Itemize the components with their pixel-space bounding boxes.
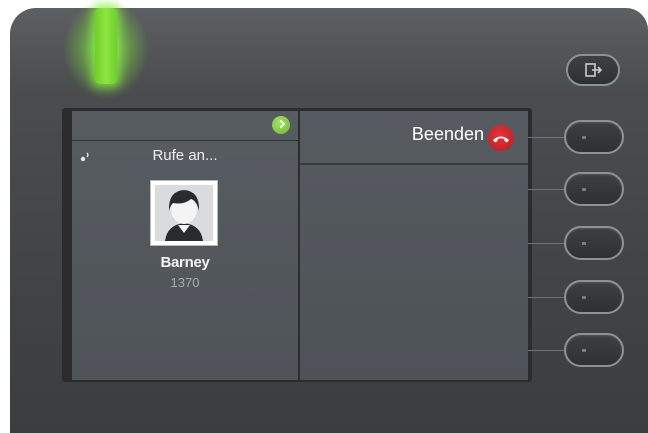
softkey-indicator [582,296,586,299]
hangup-handset-icon [493,136,509,143]
check-icon [272,116,290,134]
contact-avatar [150,180,218,246]
softkey-leader-1 [528,137,564,138]
softkey-indicator [582,349,586,352]
softkey-5[interactable] [564,333,624,367]
contact-name: Barney [160,254,210,271]
softkey-4[interactable] [564,280,624,314]
contact-number: 1370 [170,275,200,290]
hangup-icon[interactable] [488,125,514,151]
end-call-label[interactable]: Beenden [380,124,484,145]
menu-row-divider [300,163,528,165]
ringing-icon [80,152,89,162]
softkey-leader-4 [528,297,564,298]
softkey-indicator [582,242,586,245]
softkey-2[interactable] [564,172,624,206]
softkey-leader-2 [528,189,564,190]
pane-divider [72,140,298,141]
message-led [95,8,117,84]
softkey-leader-3 [528,243,564,244]
softkey-3[interactable] [564,226,624,260]
exit-icon [585,63,603,77]
softkey-indicator [582,136,586,139]
person-icon [151,181,217,245]
call-status-text: Rufe an... [152,147,218,164]
softkey-leader-5 [528,350,564,351]
context-menu-pane [300,111,528,380]
softkey-indicator [582,188,586,191]
softkey-1[interactable] [564,120,624,154]
exit-button[interactable] [566,54,620,86]
